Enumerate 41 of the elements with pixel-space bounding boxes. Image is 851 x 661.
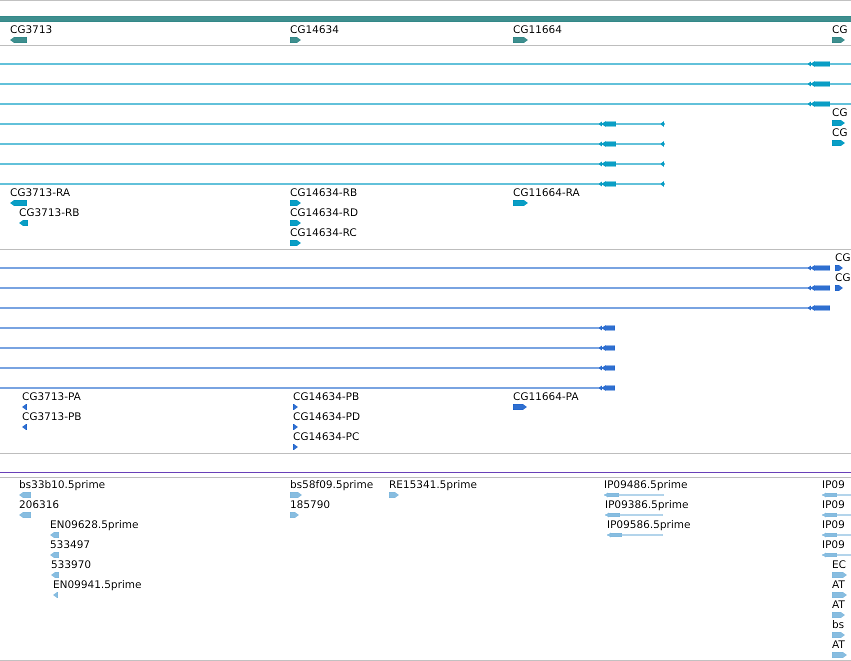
feature-label: CG14634-PB <box>293 391 360 403</box>
feature-label: CG11664 <box>513 24 562 36</box>
feature-label: IP09 <box>822 519 845 531</box>
feature-label: CG3713-PA <box>22 391 81 403</box>
feature-label: 533497 <box>50 539 90 551</box>
feature-label: IP09386.5prime <box>605 499 688 511</box>
feature-label: CG11664-PA <box>513 391 579 403</box>
feature-label: CG14634-PC <box>293 431 360 443</box>
feature-label: 533970 <box>51 559 92 571</box>
feature-label: EC <box>832 559 846 571</box>
feature-label: CG14634-RD <box>290 207 358 219</box>
feature-label: CG14634-RB <box>290 187 358 199</box>
feature-label: CG14634-PD <box>293 411 360 423</box>
feature-label: EN09941.5prime <box>53 579 142 591</box>
feature-label: IP09 <box>822 499 845 511</box>
feature-label: RE15341.5prime <box>389 479 477 491</box>
feature-label: bs <box>832 619 844 631</box>
feature-label: CG3713 <box>10 24 52 36</box>
feature-label: bs33b10.5prime <box>19 479 106 491</box>
feature-label: IP09486.5prime <box>604 479 688 491</box>
feature-label: CG <box>832 127 848 139</box>
feature-label: IP09 <box>822 479 845 491</box>
feature-label: CG <box>832 24 848 36</box>
feature-label: CG3713-RA <box>10 187 70 199</box>
feature-label: CG <box>832 107 848 119</box>
feature-label: CG3713-RB <box>19 207 80 219</box>
feature-label: AT <box>832 599 845 611</box>
feature-label: CG <box>835 272 850 284</box>
feature-label: IP09 <box>822 539 845 551</box>
feature-label: CG11664-RA <box>513 187 580 199</box>
feature-label: AT <box>832 579 845 591</box>
feature-label: IP09586.5prime <box>607 519 690 531</box>
feature-label: AT <box>832 639 845 651</box>
feature-label: CG14634 <box>290 24 339 36</box>
feature-label: CG3713-PB <box>22 411 82 423</box>
feature-label: 185790 <box>290 499 330 511</box>
feature-label: CG14634-RC <box>290 227 357 239</box>
feature-label: bs58f09.5prime <box>290 479 374 491</box>
feature-label: EN09628.5prime <box>50 519 138 531</box>
feature-label: 206316 <box>19 499 60 511</box>
feature-label: CG <box>835 252 850 264</box>
